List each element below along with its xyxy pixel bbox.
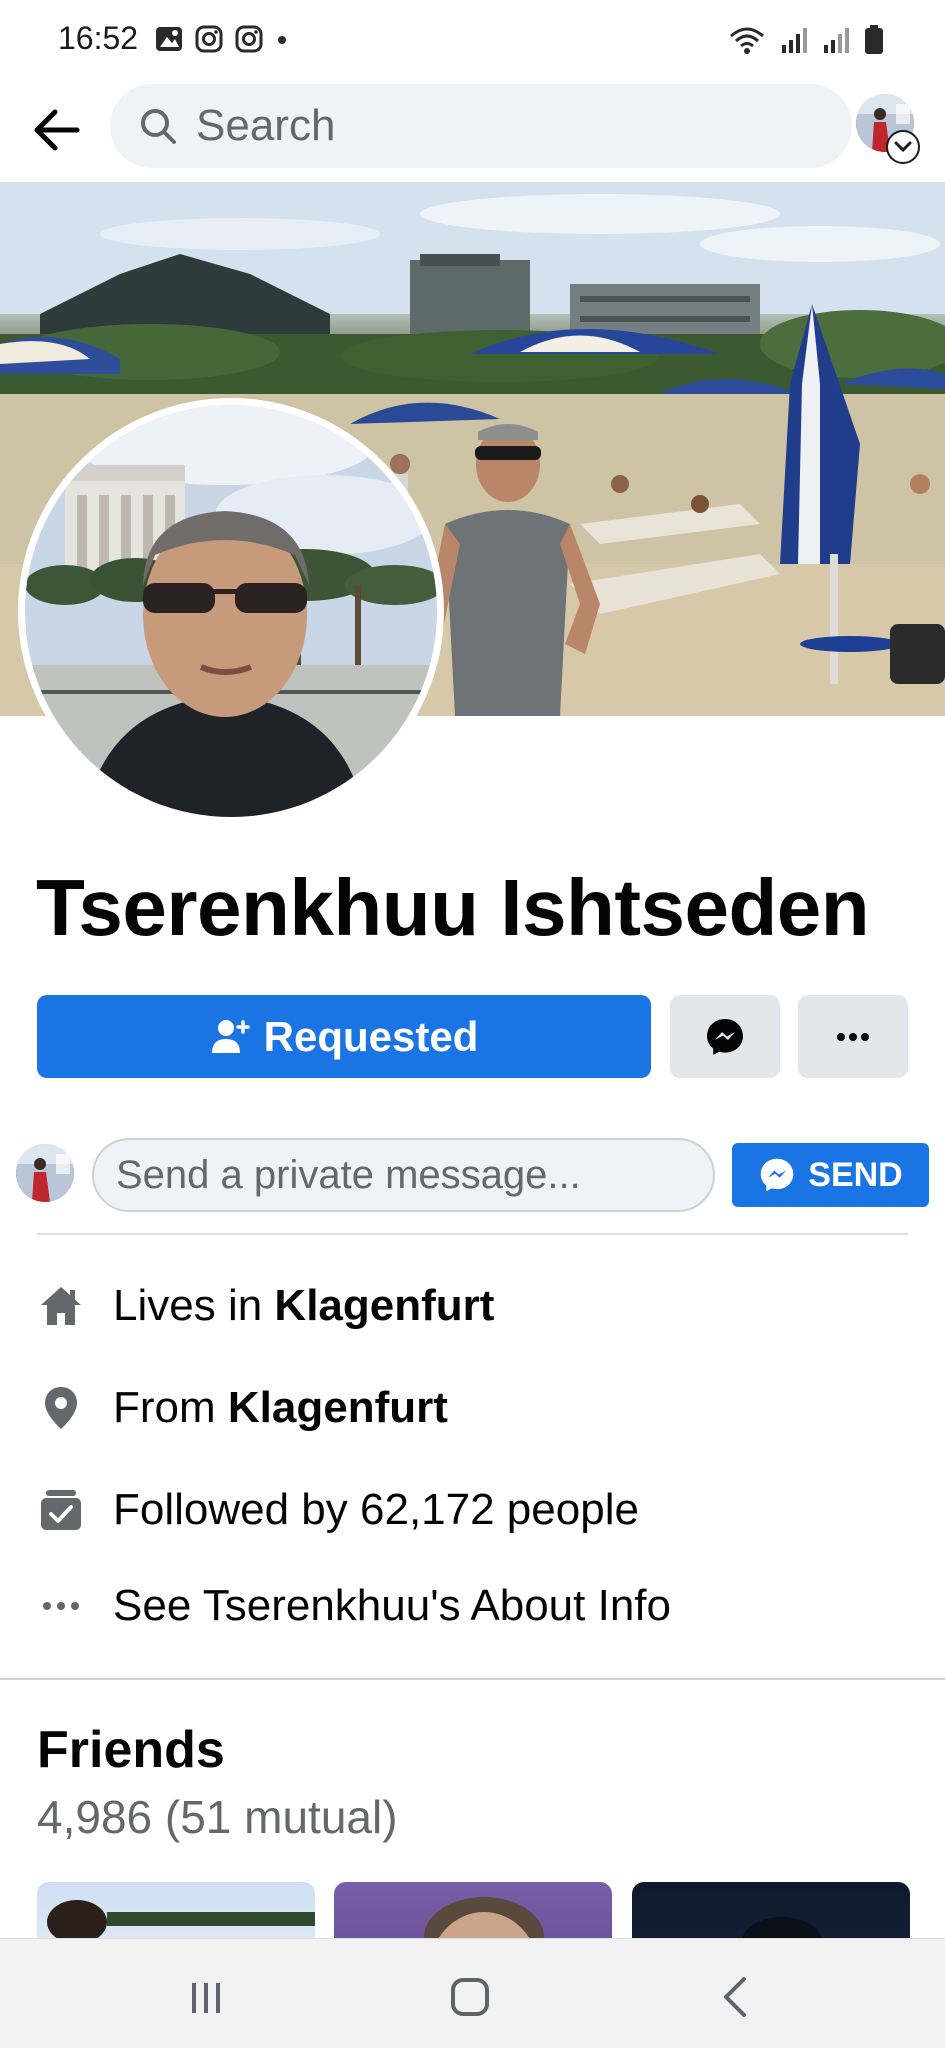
recent-apps-button[interactable] <box>176 1967 236 2027</box>
signal-strength-icon <box>782 28 807 53</box>
detail-followers: Followed by 62,172 people <box>37 1480 639 1540</box>
wifi-icon <box>730 27 764 54</box>
chevron-left-icon <box>724 1977 746 2017</box>
private-message-input[interactable]: Send a private message... <box>92 1138 715 1212</box>
status-bar: 16:52 <box>0 0 945 80</box>
requested-button-label: Requested <box>263 1012 479 1060</box>
gallery-notification-icon <box>156 27 182 51</box>
viewer-avatar-photo <box>16 1144 74 1202</box>
back-button[interactable] <box>26 100 86 160</box>
more-options-button[interactable] <box>798 995 908 1078</box>
lives-in-prefix: Lives in <box>113 1281 275 1330</box>
top-navigation-header: Search <box>0 80 945 184</box>
status-time: 16:52 <box>58 20 139 56</box>
detail-about-info[interactable]: See Tserenkhuu's About Info <box>37 1576 671 1636</box>
more-dots-icon <box>837 1032 869 1041</box>
followed-by-text: Followed by 62,172 people <box>113 1485 639 1534</box>
home-button[interactable] <box>440 1967 500 2027</box>
friend-request-sent-icon <box>211 1019 250 1053</box>
search-icon <box>141 109 176 144</box>
viewer-avatar <box>16 1144 74 1202</box>
from-prefix: From <box>113 1383 228 1432</box>
profile-picture-image <box>25 405 437 817</box>
divider <box>37 1233 908 1235</box>
detail-lives-in: Lives in Klagenfurt <box>37 1276 494 1336</box>
requested-button[interactable]: Requested <box>37 995 651 1078</box>
instagram-notification-icon <box>195 25 223 53</box>
profile-name: Tserenkhuu Ishtseden <box>36 863 870 952</box>
recent-apps-icon <box>192 1983 220 2013</box>
status-notification-icons <box>154 24 290 54</box>
home-square-icon <box>451 1978 489 2016</box>
more-dots-icon <box>37 1582 85 1630</box>
account-menu-chevron-icon[interactable] <box>886 130 920 164</box>
send-message-button[interactable]: SEND <box>732 1143 929 1207</box>
from-place-link[interactable]: Klagenfurt <box>228 1383 448 1433</box>
section-divider <box>0 1678 945 1680</box>
status-system-icons <box>727 24 885 56</box>
search-input[interactable]: Search <box>110 84 852 168</box>
messenger-icon <box>760 1158 794 1192</box>
signal-strength-icon <box>824 28 849 53</box>
friends-section-title[interactable]: Friends <box>37 1720 225 1780</box>
home-icon <box>37 1282 85 1330</box>
message-button[interactable] <box>670 995 780 1078</box>
location-pin-icon <box>37 1384 85 1432</box>
profile-picture[interactable] <box>18 398 444 824</box>
instagram-notification-icon <box>235 25 263 53</box>
more-notifications-dot-icon <box>278 36 286 44</box>
messenger-icon <box>707 1018 743 1055</box>
battery-icon <box>865 25 883 54</box>
lives-in-place-link[interactable]: Klagenfurt <box>274 1281 494 1331</box>
followers-icon <box>37 1486 85 1534</box>
about-info-link[interactable]: See Tserenkhuu's About Info <box>113 1581 671 1631</box>
private-message-placeholder: Send a private message... <box>116 1152 581 1197</box>
system-back-button[interactable] <box>706 1967 766 2027</box>
arrow-left-icon <box>34 109 80 151</box>
system-navigation-bar <box>0 1938 945 2048</box>
search-placeholder: Search <box>196 101 336 150</box>
send-button-label: SEND <box>808 1155 903 1194</box>
detail-from: From Klagenfurt <box>37 1378 448 1438</box>
friends-count: 4,986 (51 mutual) <box>37 1791 398 1843</box>
